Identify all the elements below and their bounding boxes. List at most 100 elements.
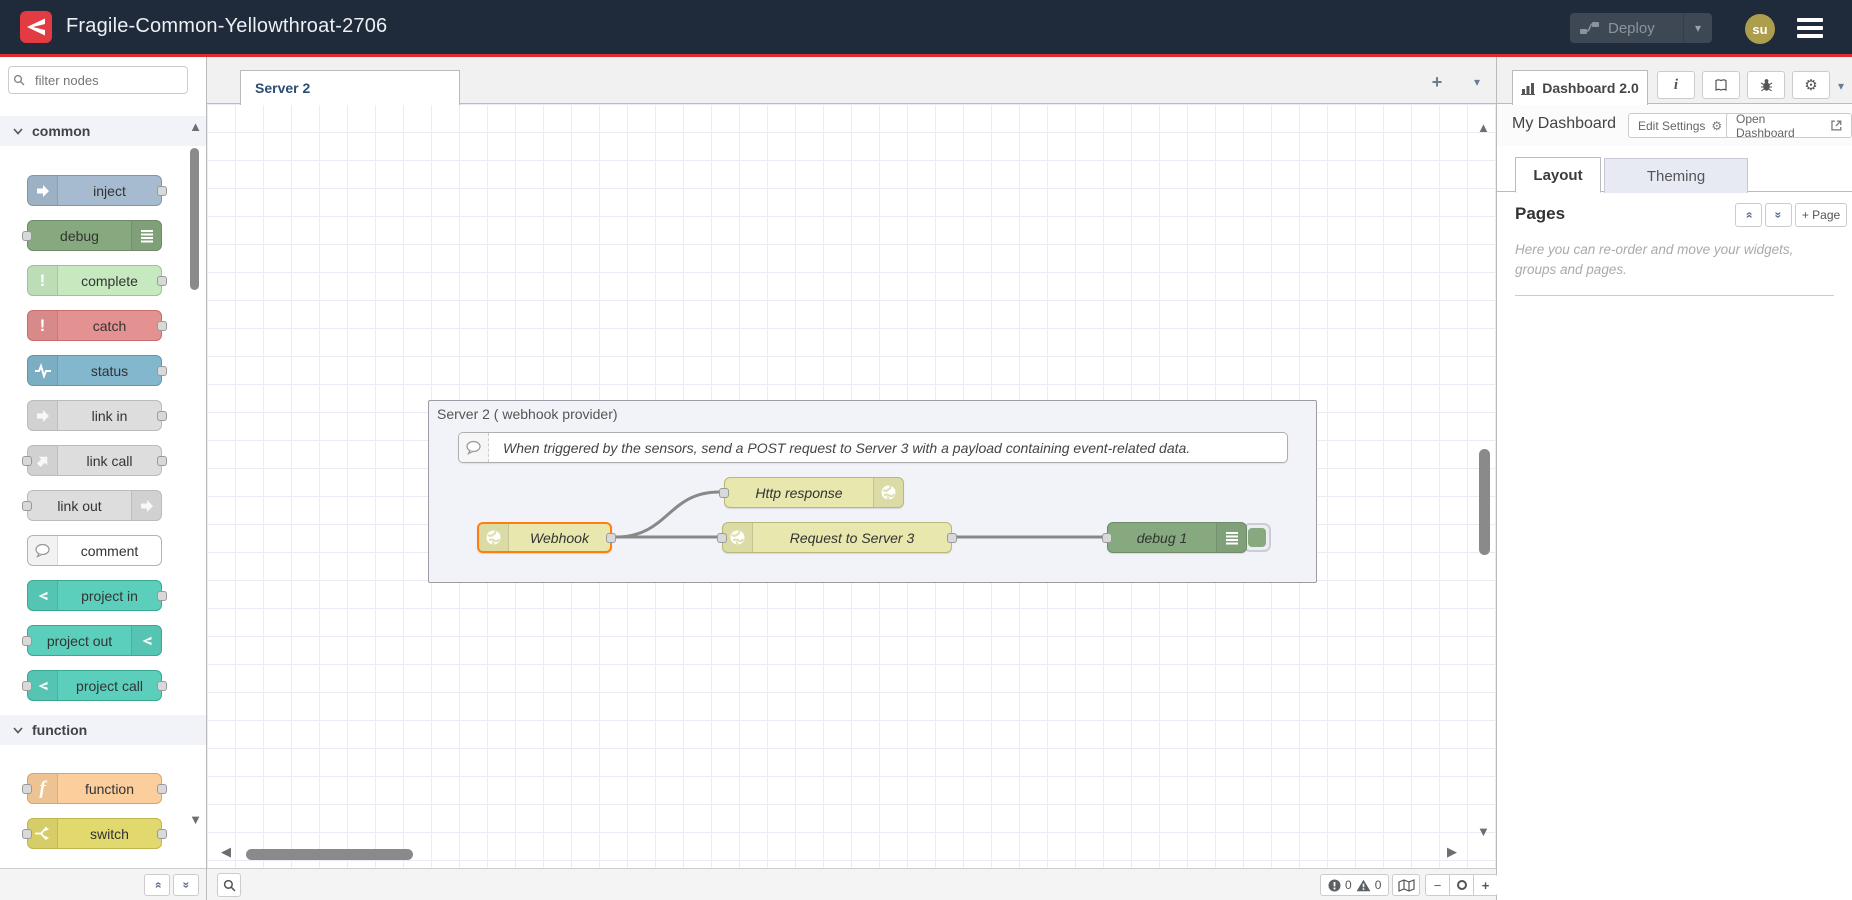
palette-node-catch[interactable]: ! catch	[27, 310, 162, 341]
canvas-horizontal-scrollbar-thumb[interactable]	[246, 849, 413, 860]
sidebar-menu-caret-icon[interactable]: ▾	[1838, 79, 1844, 93]
flow-tab-bar: Server 2 + ▾	[207, 57, 1496, 104]
palette-node-link-in[interactable]: link in	[27, 400, 162, 431]
debug-tab-button[interactable]	[1747, 71, 1785, 99]
canvas-scroll-down-icon[interactable]: ▼	[1477, 824, 1490, 839]
canvas-scroll-right-icon[interactable]: ▶	[1447, 844, 1457, 860]
flow-tab-server-2[interactable]: Server 2	[240, 70, 460, 105]
palette-node-link-call[interactable]: link call	[27, 445, 162, 476]
webhook-node-selected[interactable]: Webhook	[477, 522, 612, 553]
deploy-caret-icon[interactable]: ▾	[1684, 21, 1712, 35]
flow-status-counts: 0 0	[1320, 874, 1389, 896]
output-port[interactable]	[157, 681, 167, 691]
palette-node-project-call[interactable]: project call	[27, 670, 162, 701]
zoom-reset-button[interactable]	[1449, 874, 1474, 896]
error-count-icon	[1328, 879, 1341, 892]
palette-node-debug[interactable]: debug	[27, 220, 162, 251]
add-page-button[interactable]: + Page	[1795, 203, 1847, 227]
palette-node-function[interactable]: f function	[27, 773, 162, 804]
output-port[interactable]	[157, 186, 167, 196]
http-response-node[interactable]: Http response	[724, 477, 904, 508]
palette-scroll-up-icon[interactable]: ▲	[189, 119, 202, 134]
comment-bubble-icon	[28, 536, 58, 565]
inject-icon	[28, 176, 58, 205]
user-avatar[interactable]: su	[1745, 14, 1775, 44]
output-port[interactable]	[157, 456, 167, 466]
pages-move-up-button[interactable]: »	[1735, 203, 1762, 227]
palette-category-common[interactable]: common	[0, 116, 206, 146]
palette-node-link-out[interactable]: link out	[27, 490, 162, 521]
input-port[interactable]	[22, 231, 32, 241]
output-port[interactable]	[947, 533, 957, 543]
pages-divider	[1515, 295, 1834, 296]
output-port[interactable]	[157, 829, 167, 839]
tab-layout[interactable]: Layout	[1515, 157, 1601, 193]
palette-filter-row	[0, 57, 206, 104]
sidebar-tab-dashboard[interactable]: Dashboard 2.0	[1512, 70, 1648, 105]
expand-all-categories-button[interactable]: »	[173, 874, 199, 896]
pages-move-down-button[interactable]: »	[1765, 203, 1792, 227]
input-port[interactable]	[719, 488, 729, 498]
flow-tab-label: Server 2	[255, 80, 310, 96]
sidebar-tab-label: Dashboard 2.0	[1542, 80, 1638, 96]
palette-node-project-in[interactable]: project in	[27, 580, 162, 611]
main-menu-button[interactable]	[1797, 18, 1823, 38]
open-dashboard-button[interactable]: Open Dashboard	[1726, 113, 1852, 138]
comment-node[interactable]: When triggered by the sensors, send a PO…	[458, 432, 1288, 463]
help-tab-button[interactable]	[1702, 71, 1740, 99]
edit-settings-button[interactable]: Edit Settings ⚙	[1628, 113, 1732, 138]
chevron-down-icon	[13, 128, 23, 135]
tab-theming[interactable]: Theming	[1604, 158, 1748, 193]
info-tab-button[interactable]: i	[1657, 71, 1695, 99]
category-label: function	[32, 722, 87, 738]
output-port[interactable]	[157, 321, 167, 331]
palette-scrollbar-thumb[interactable]	[190, 148, 199, 290]
output-port[interactable]	[157, 784, 167, 794]
output-port[interactable]	[157, 366, 167, 376]
output-port[interactable]	[157, 276, 167, 286]
filter-nodes-input[interactable]	[8, 66, 188, 94]
debug-list-icon	[1216, 523, 1246, 552]
palette-node-status[interactable]: status	[27, 355, 162, 386]
flow-list-caret-icon[interactable]: ▾	[1474, 75, 1480, 89]
category-label: common	[32, 123, 90, 139]
input-port[interactable]	[717, 533, 727, 543]
zoom-in-button[interactable]: +	[1473, 874, 1498, 896]
palette-node-comment[interactable]: comment	[27, 535, 162, 566]
collapse-all-categories-button[interactable]: »	[144, 874, 170, 896]
output-port[interactable]	[157, 411, 167, 421]
exclamation-icon: !	[28, 311, 58, 340]
navigator-map-button[interactable]	[1392, 874, 1420, 896]
input-port[interactable]	[22, 784, 32, 794]
link-out-icon	[131, 491, 161, 520]
canvas-vertical-scrollbar-thumb[interactable]	[1479, 449, 1490, 555]
debug-1-node[interactable]: debug 1	[1107, 522, 1247, 553]
input-port[interactable]	[1102, 533, 1112, 543]
input-port[interactable]	[22, 501, 32, 511]
palette-category-function[interactable]: function	[0, 715, 206, 745]
config-tab-button[interactable]: ⚙	[1792, 71, 1830, 99]
palette-scroll-down-icon[interactable]: ▼	[189, 812, 202, 827]
dashboard-subtab-bar: Layout Theming	[1497, 154, 1852, 192]
add-flow-button[interactable]: +	[1426, 71, 1448, 93]
palette-node-complete[interactable]: ! complete	[27, 265, 162, 296]
zoom-out-button[interactable]: −	[1425, 874, 1450, 896]
palette-node-project-out[interactable]: project out	[27, 625, 162, 656]
search-flows-button[interactable]	[217, 873, 241, 897]
canvas-scroll-left-icon[interactable]: ◀	[221, 844, 231, 860]
pages-description: Here you can re-order and move your widg…	[1515, 240, 1834, 279]
input-port[interactable]	[22, 636, 32, 646]
debug-enable-toggle[interactable]	[1243, 523, 1271, 552]
flow-canvas[interactable]: Server 2 ( webhook provider) When trigge…	[207, 104, 1496, 868]
input-port[interactable]	[22, 456, 32, 466]
palette-node-switch[interactable]: switch	[27, 818, 162, 849]
palette-node-inject[interactable]: inject	[27, 175, 162, 206]
deploy-button[interactable]: Deploy ▾	[1570, 13, 1712, 43]
request-to-server-3-node[interactable]: Request to Server 3	[722, 522, 952, 553]
output-port[interactable]	[606, 533, 616, 543]
input-port[interactable]	[22, 681, 32, 691]
link-call-icon	[28, 446, 58, 475]
input-port[interactable]	[22, 829, 32, 839]
output-port[interactable]	[157, 591, 167, 601]
canvas-scroll-up-icon[interactable]: ▲	[1477, 120, 1490, 135]
